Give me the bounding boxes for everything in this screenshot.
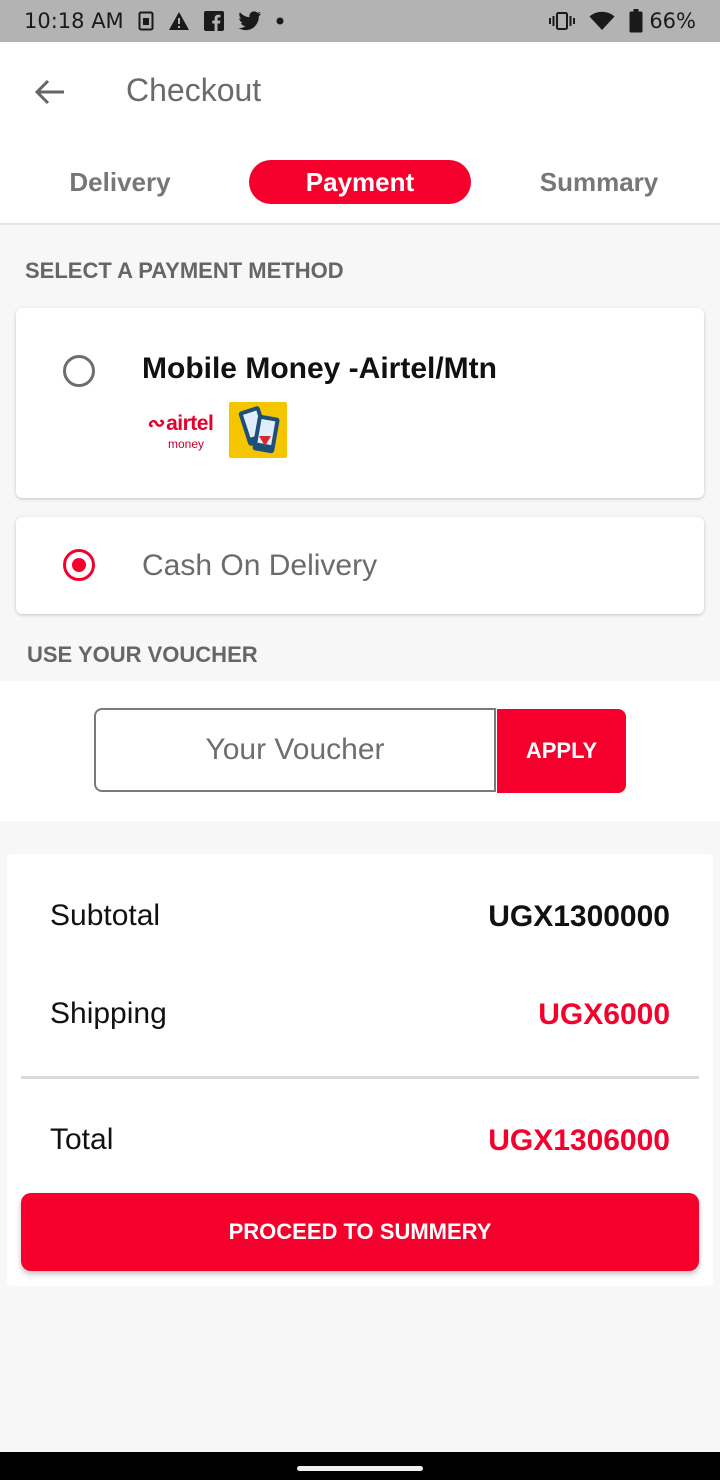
subtotal-label: Subtotal bbox=[50, 899, 161, 932]
totals-divider bbox=[21, 1076, 699, 1079]
payment-option-cash-on-delivery[interactable]: Cash On Delivery bbox=[16, 517, 704, 614]
checkout-tabs: Delivery Payment Summary bbox=[0, 158, 720, 206]
payment-option-mobile-money[interactable]: Mobile Money -Airtel/Mtn ∾ airtel money bbox=[16, 308, 704, 498]
mobile-money-label: Mobile Money -Airtel/Mtn bbox=[142, 352, 497, 385]
subtotal-value: UGX1300000 bbox=[488, 900, 670, 933]
home-handle[interactable] bbox=[297, 1466, 423, 1471]
total-label: Total bbox=[50, 1123, 114, 1156]
tab-payment[interactable]: Payment bbox=[249, 160, 471, 204]
page-title: Checkout bbox=[126, 72, 262, 108]
mtn-momo-logo bbox=[229, 402, 287, 458]
order-totals-card: Subtotal UGX1300000 Shipping UGX6000 Tot… bbox=[7, 854, 713, 1286]
vibrate-icon bbox=[549, 11, 576, 31]
status-left: 10:18 AM bbox=[24, 9, 284, 33]
voucher-section-label: USE YOUR VOUCHER bbox=[27, 642, 258, 667]
payment-section-label: SELECT A PAYMENT METHOD bbox=[25, 258, 344, 283]
proceed-to-summary-button[interactable]: PROCEED TO SUMMERY bbox=[21, 1193, 699, 1271]
tab-summary[interactable]: Summary bbox=[489, 160, 709, 204]
voucher-input[interactable] bbox=[94, 708, 496, 792]
sim-icon bbox=[138, 11, 154, 31]
system-nav-bar bbox=[0, 1452, 720, 1480]
arrow-left-icon bbox=[34, 78, 66, 106]
app-header: Checkout Delivery Payment Summary bbox=[0, 42, 720, 225]
airtel-logo-sub: money bbox=[168, 437, 205, 451]
mobile-money-radio[interactable] bbox=[63, 355, 95, 387]
warning-icon bbox=[168, 11, 190, 31]
total-value: UGX1306000 bbox=[488, 1124, 670, 1157]
voucher-panel: APPLY bbox=[0, 681, 720, 821]
wifi-icon bbox=[589, 11, 615, 31]
facebook-icon bbox=[203, 11, 224, 31]
back-button[interactable] bbox=[28, 70, 72, 114]
shipping-label: Shipping bbox=[50, 997, 167, 1030]
status-time: 10:18 AM bbox=[24, 9, 124, 33]
airtel-money-logo: ∾ airtel money bbox=[146, 411, 226, 451]
battery-percent: 66% bbox=[649, 9, 696, 33]
status-right: 66% bbox=[549, 9, 696, 33]
battery-icon bbox=[629, 9, 643, 33]
apply-voucher-button[interactable]: APPLY bbox=[497, 709, 626, 793]
tab-delivery[interactable]: Delivery bbox=[10, 160, 230, 204]
cash-on-delivery-label: Cash On Delivery bbox=[142, 549, 378, 582]
status-bar: 10:18 AM 66% bbox=[0, 0, 720, 42]
cash-on-delivery-radio[interactable] bbox=[63, 549, 95, 581]
dot-icon bbox=[276, 17, 284, 25]
shipping-value: UGX6000 bbox=[538, 998, 670, 1031]
airtel-logo-text: ∾ airtel bbox=[146, 412, 214, 435]
twitter-icon bbox=[238, 11, 262, 31]
